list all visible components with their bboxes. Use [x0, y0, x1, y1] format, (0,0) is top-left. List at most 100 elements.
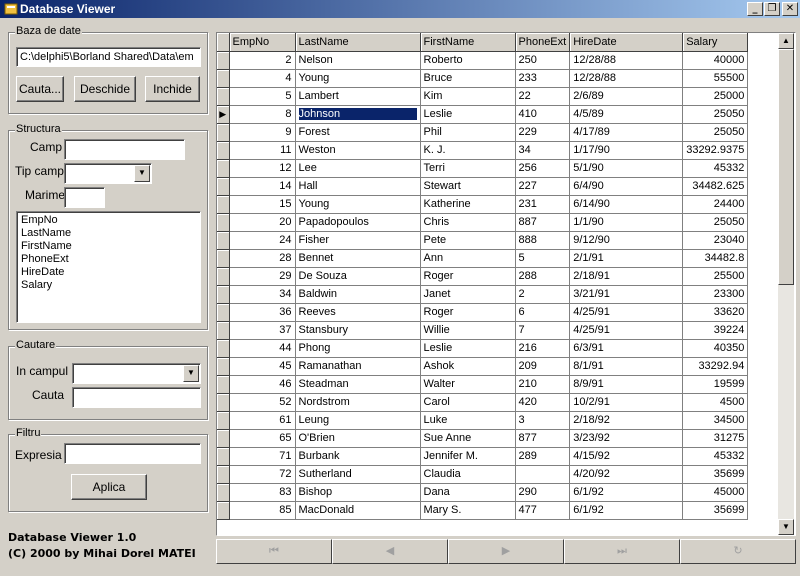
grid-cell-firstname[interactable]: Claudia: [420, 465, 516, 484]
apply-filter-button[interactable]: Aplica: [71, 474, 147, 500]
grid-cell-firstname[interactable]: Roger: [420, 267, 516, 286]
grid-cell-firstname[interactable]: Willie: [420, 321, 516, 340]
table-row[interactable]: 71 Burbank Jennifer M. 289 4/15/92 45332: [217, 447, 749, 466]
table-row[interactable]: 72 Sutherland Claudia 4/20/92 35699: [217, 465, 749, 484]
grid-cell-salary[interactable]: 45000: [682, 483, 749, 502]
table-row[interactable]: 44 Phong Leslie 216 6/3/91 40350: [217, 339, 749, 358]
grid-cell-phoneext[interactable]: 420: [515, 393, 571, 412]
table-row[interactable]: 34 Baldwin Janet 2 3/21/91 23300: [217, 285, 749, 304]
grid-cell-hiredate[interactable]: 2/18/92: [569, 411, 684, 430]
grid-cell-lastname[interactable]: Leung: [295, 411, 421, 430]
grid-cell-firstname[interactable]: Pete: [420, 231, 516, 250]
grid-cell-lastname[interactable]: Bennet: [295, 249, 421, 268]
grid-cell-firstname[interactable]: Stewart: [420, 177, 516, 196]
grid-cell-phoneext[interactable]: 5: [515, 249, 571, 268]
grid-cell-phoneext[interactable]: 477: [515, 501, 571, 520]
field-size-input[interactable]: [64, 187, 105, 208]
grid-cell-firstname[interactable]: Carol: [420, 393, 516, 412]
grid-cell-lastname[interactable]: Weston: [295, 141, 421, 160]
grid-cell-firstname[interactable]: Ann: [420, 249, 516, 268]
grid-cell-hiredate[interactable]: 6/3/91: [569, 339, 684, 358]
grid-cell-hiredate[interactable]: 8/9/91: [569, 375, 684, 394]
nav-refresh-button[interactable]: ↻: [680, 539, 796, 564]
grid-cell-phoneext[interactable]: 7: [515, 321, 571, 340]
row-indicator[interactable]: [217, 159, 230, 178]
grid-cell-firstname[interactable]: K. J.: [420, 141, 516, 160]
minimize-button[interactable]: _: [747, 2, 763, 16]
grid-cell-phoneext[interactable]: 6: [515, 303, 571, 322]
row-indicator[interactable]: [217, 177, 230, 196]
row-indicator[interactable]: [217, 123, 230, 142]
nav-first-button[interactable]: ⏮: [216, 539, 332, 564]
grid-cell-phoneext[interactable]: 410: [515, 105, 571, 124]
grid-cell-phoneext[interactable]: 3: [515, 411, 571, 430]
grid-cell-hiredate[interactable]: 4/15/92: [569, 447, 684, 466]
grid-cell-salary[interactable]: 25000: [682, 87, 749, 106]
grid-cell-empno[interactable]: 61: [229, 411, 296, 430]
grid-cell-phoneext[interactable]: 288: [515, 267, 571, 286]
row-indicator[interactable]: [217, 303, 230, 322]
table-row[interactable]: 36 Reeves Roger 6 4/25/91 33620: [217, 303, 749, 322]
grid-cell-salary[interactable]: 23040: [682, 231, 749, 250]
grid-cell-empno[interactable]: 34: [229, 285, 296, 304]
row-indicator[interactable]: [217, 141, 230, 160]
grid-cell-hiredate[interactable]: 6/14/90: [569, 195, 684, 214]
grid-cell-lastname[interactable]: Lee: [295, 159, 421, 178]
row-indicator[interactable]: [217, 69, 230, 88]
table-row[interactable]: 46 Steadman Walter 210 8/9/91 19599: [217, 375, 749, 394]
list-item[interactable]: PhoneExt: [21, 253, 196, 266]
grid-cell-phoneext[interactable]: 887: [515, 213, 571, 232]
close-button[interactable]: ✕: [782, 2, 798, 16]
table-row[interactable]: 24 Fisher Pete 888 9/12/90 23040: [217, 231, 749, 250]
table-row[interactable]: 20 Papadopoulos Chris 887 1/1/90 25050: [217, 213, 749, 232]
grid-cell-lastname[interactable]: Ramanathan: [295, 357, 421, 376]
row-indicator[interactable]: [217, 267, 230, 286]
grid-cell-phoneext[interactable]: 290: [515, 483, 571, 502]
grid-cell-phoneext[interactable]: 227: [515, 177, 571, 196]
grid-cell-lastname[interactable]: Forest: [295, 123, 421, 142]
grid-cell-lastname[interactable]: Young: [295, 195, 421, 214]
grid-cell-firstname[interactable]: Chris: [420, 213, 516, 232]
grid-cell-hiredate[interactable]: 9/12/90: [569, 231, 684, 250]
grid-cell-salary[interactable]: 40000: [682, 51, 749, 70]
grid-cell-empno[interactable]: 5: [229, 87, 296, 106]
table-row[interactable]: 4 Young Bruce 233 12/28/88 55500: [217, 69, 749, 88]
grid-cell-hiredate[interactable]: 4/25/91: [569, 321, 684, 340]
grid-cell-firstname[interactable]: Terri: [420, 159, 516, 178]
close-db-button[interactable]: Inchide: [145, 76, 200, 102]
table-row[interactable]: 14 Hall Stewart 227 6/4/90 34482.625: [217, 177, 749, 196]
scroll-down-arrow-icon[interactable]: ▼: [778, 519, 794, 535]
grid-cell-firstname[interactable]: Leslie: [420, 105, 516, 124]
row-indicator[interactable]: [217, 411, 230, 430]
grid-cell-hiredate[interactable]: 10/2/91: [569, 393, 684, 412]
grid-cell-empno[interactable]: 15: [229, 195, 296, 214]
grid-cell-salary[interactable]: 45332: [682, 159, 749, 178]
grid-cell-empno[interactable]: 52: [229, 393, 296, 412]
grid-cell-hiredate[interactable]: 12/28/88: [569, 69, 684, 88]
grid-cell-firstname[interactable]: Dana: [420, 483, 516, 502]
chevron-down-icon[interactable]: ▼: [134, 165, 150, 182]
grid-cell-hiredate[interactable]: 4/20/92: [569, 465, 684, 484]
grid-cell-hiredate[interactable]: 2/6/89: [569, 87, 684, 106]
grid-cell-lastname[interactable]: Nelson: [295, 51, 421, 70]
table-row[interactable]: 29 De Souza Roger 288 2/18/91 25500: [217, 267, 749, 286]
browse-button[interactable]: Cauta...: [16, 76, 64, 102]
row-indicator[interactable]: [217, 213, 230, 232]
row-indicator[interactable]: [217, 393, 230, 412]
search-input[interactable]: [72, 387, 201, 408]
column-header-firstname[interactable]: FirstName: [420, 33, 516, 52]
grid-cell-phoneext[interactable]: 34: [515, 141, 571, 160]
grid-cell-lastname[interactable]: Johnson: [295, 105, 421, 124]
table-row[interactable]: 65 O'Brien Sue Anne 877 3/23/92 31275: [217, 429, 749, 448]
table-row[interactable]: 52 Nordstrom Carol 420 10/2/91 4500: [217, 393, 749, 412]
grid-cell-empno[interactable]: 44: [229, 339, 296, 358]
open-button[interactable]: Deschide: [74, 76, 136, 102]
row-indicator[interactable]: [217, 231, 230, 250]
grid-cell-phoneext[interactable]: 22: [515, 87, 571, 106]
grid-cell-lastname[interactable]: Sutherland: [295, 465, 421, 484]
grid-cell-lastname[interactable]: Stansbury: [295, 321, 421, 340]
grid-cell-lastname[interactable]: Nordstrom: [295, 393, 421, 412]
grid-cell-empno[interactable]: 2: [229, 51, 296, 70]
row-indicator[interactable]: ▶: [217, 105, 230, 124]
grid-cell-lastname[interactable]: De Souza: [295, 267, 421, 286]
